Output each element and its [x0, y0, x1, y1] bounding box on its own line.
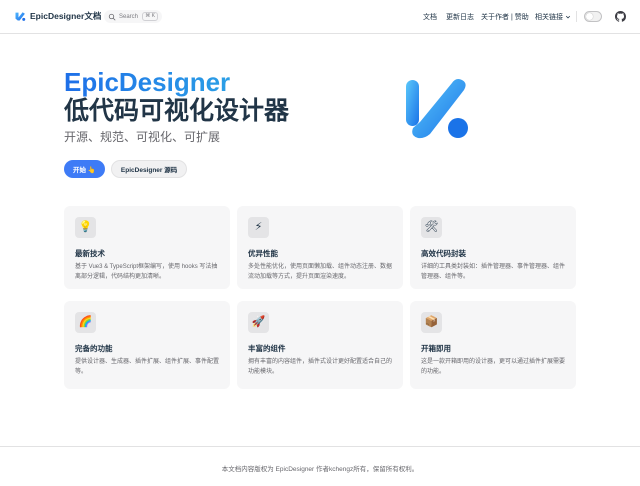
feature-card: 📦 开箱即用 这是一款开箱即用的设计器，更可以通过插件扩展需要的功能。 [410, 301, 576, 389]
feature-title: 高效代码封装 [421, 249, 466, 258]
feature-title: 开箱即用 [421, 344, 451, 353]
lightbulb-icon: 💡 [75, 217, 96, 238]
lightning-icon: ⚡ [248, 217, 269, 238]
feature-title: 丰富的组件 [248, 344, 286, 353]
nav-link-docs[interactable]: 文档 [423, 12, 437, 22]
feature-card: ⚡ 优异性能 多处性能优化，使用页面懒加载、组件动态注册、数据流动加载等方式，提… [237, 206, 403, 289]
feature-title: 最新技术 [75, 249, 105, 258]
feature-title: 优异性能 [248, 249, 278, 258]
nav-divider [576, 11, 577, 22]
rainbow-icon: 🌈 [75, 312, 96, 333]
nav-links: 文档 更新日志 关于作者 | 赞助 相关链接 [0, 12, 640, 22]
hero-logo-icon [406, 79, 468, 139]
nav-link-about[interactable]: 关于作者 | 赞助 [481, 12, 529, 22]
feature-card: 🛠 高效代码封装 详细的工具类封装如：插件管理器、事件管理器、组件管理器、组件等… [410, 206, 576, 289]
top-nav: EpicDesigner文档 Search ⌘ K 文档 更新日志 关于作者 |… [0, 0, 640, 34]
feature-card: 🌈 完备的功能 提供设计器、生成器、插件扩展、组件扩展、事件配置等。 [64, 301, 230, 389]
footer: 本文档内容版权为 EpicDesigner 作者kchengz所有，保留所有权利… [0, 446, 640, 486]
hero-actions: 开始 👆 EpicDesigner 源码 [64, 160, 188, 178]
feature-details: 这是一款开箱即用的设计器，更可以通过插件扩展需要的功能。 [421, 359, 566, 375]
hero-tagline: 开源、规范、可视化、可扩展 [64, 130, 221, 144]
feature-details: 拥有丰富的内容组件，插件式设计更好配置适合自己的功能模块。 [248, 359, 393, 375]
source-code-button[interactable]: EpicDesigner 源码 [110, 160, 188, 178]
feature-details: 基于 Vue3 & TypeScript框架编写，使用 hooks 写法抽离部分… [75, 264, 218, 280]
hero-name: EpicDesigner [64, 67, 231, 97]
chevron-down-icon [565, 15, 571, 19]
nav-link-changelog[interactable]: 更新日志 [446, 12, 474, 22]
package-icon: 📦 [421, 312, 442, 333]
hero-title: 低代码可视化设计器 [64, 97, 290, 125]
toggle-knob [586, 13, 593, 20]
theme-toggle[interactable] [584, 11, 602, 22]
tools-icon: 🛠 [421, 217, 442, 238]
rocket-icon: 🚀 [248, 312, 269, 333]
github-icon[interactable] [615, 11, 626, 22]
feature-details: 提供设计器、生成器、插件扩展、组件扩展、事件配置等。 [75, 359, 220, 375]
get-started-button[interactable]: 开始 👆 [64, 160, 105, 178]
feature-details: 多处性能优化，使用页面懒加载、组件动态注册、数据流动加载等方式，提升页面渲染速度… [248, 264, 393, 280]
footer-copyright: 本文档内容版权为 EpicDesigner 作者kchengz所有，保留所有权利… [221, 466, 419, 473]
feature-title: 完备的功能 [75, 344, 113, 353]
feature-details: 详细的工具类封装如：插件管理器、事件管理器、组件管理器、组件等。 [421, 264, 566, 280]
feature-card: 🚀 丰富的组件 拥有丰富的内容组件，插件式设计更好配置适合自己的功能模块。 [237, 301, 403, 389]
nav-dropdown-related[interactable]: 相关链接 [535, 12, 571, 22]
feature-card: 💡 最新技术 基于 Vue3 & TypeScript框架编写，使用 hooks… [64, 206, 230, 289]
nav-dropdown-label: 相关链接 [535, 14, 563, 21]
